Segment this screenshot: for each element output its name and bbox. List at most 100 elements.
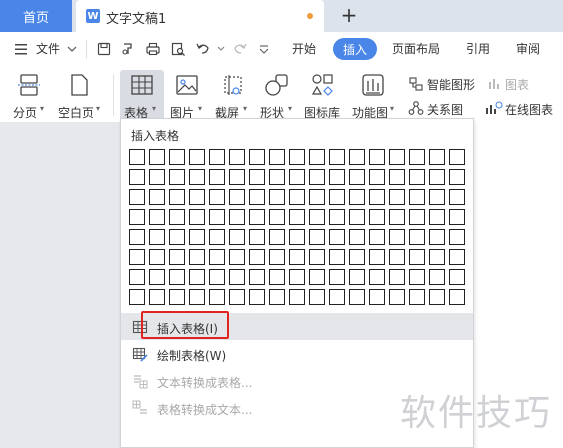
grid-cell[interactable] bbox=[309, 169, 325, 185]
grid-cell[interactable] bbox=[409, 229, 425, 245]
screenshot-button[interactable]: 截屏 ▾ bbox=[212, 70, 252, 122]
grid-cell[interactable] bbox=[349, 229, 365, 245]
save-icon[interactable] bbox=[96, 41, 112, 57]
grid-cell[interactable] bbox=[389, 149, 405, 165]
grid-cell[interactable] bbox=[389, 269, 405, 285]
grid-cell[interactable] bbox=[269, 189, 285, 205]
grid-cell[interactable] bbox=[249, 289, 265, 305]
grid-cell[interactable] bbox=[369, 289, 385, 305]
grid-cell[interactable] bbox=[149, 229, 165, 245]
grid-cell[interactable] bbox=[169, 229, 185, 245]
grid-cell[interactable] bbox=[269, 229, 285, 245]
grid-cell[interactable] bbox=[129, 189, 145, 205]
grid-cell[interactable] bbox=[129, 169, 145, 185]
grid-cell[interactable] bbox=[209, 289, 225, 305]
undo-dropdown-icon[interactable] bbox=[213, 41, 229, 57]
grid-cell[interactable] bbox=[309, 209, 325, 225]
grid-cell[interactable] bbox=[249, 269, 265, 285]
blank-page-button[interactable]: 空白页 ▾ bbox=[56, 70, 104, 122]
table-size-grid[interactable] bbox=[129, 149, 467, 309]
grid-cell[interactable] bbox=[169, 209, 185, 225]
grid-cell[interactable] bbox=[409, 209, 425, 225]
grid-cell[interactable] bbox=[409, 249, 425, 265]
new-tab-button[interactable]: + bbox=[337, 3, 361, 27]
grid-cell[interactable] bbox=[389, 289, 405, 305]
grid-cell[interactable] bbox=[209, 149, 225, 165]
grid-cell[interactable] bbox=[349, 189, 365, 205]
grid-cell[interactable] bbox=[189, 229, 205, 245]
grid-cell[interactable] bbox=[349, 149, 365, 165]
grid-cell[interactable] bbox=[329, 249, 345, 265]
grid-cell[interactable] bbox=[269, 249, 285, 265]
grid-cell[interactable] bbox=[429, 249, 445, 265]
grid-cell[interactable] bbox=[449, 269, 465, 285]
grid-cell[interactable] bbox=[249, 149, 265, 165]
grid-cell[interactable] bbox=[249, 169, 265, 185]
menu-insert[interactable]: 插入 bbox=[333, 38, 377, 60]
grid-cell[interactable] bbox=[229, 149, 245, 165]
grid-cell[interactable] bbox=[329, 289, 345, 305]
grid-cell[interactable] bbox=[229, 289, 245, 305]
draw-table-item[interactable]: 绘制表格(W) bbox=[121, 341, 473, 367]
table-button[interactable]: 表格 ▾ bbox=[120, 70, 164, 122]
grid-cell[interactable] bbox=[329, 229, 345, 245]
grid-cell[interactable] bbox=[429, 189, 445, 205]
grid-cell[interactable] bbox=[189, 189, 205, 205]
grid-cell[interactable] bbox=[349, 249, 365, 265]
grid-cell[interactable] bbox=[329, 169, 345, 185]
grid-cell[interactable] bbox=[389, 189, 405, 205]
grid-cell[interactable] bbox=[309, 289, 325, 305]
grid-cell[interactable] bbox=[249, 209, 265, 225]
grid-cell[interactable] bbox=[209, 269, 225, 285]
grid-cell[interactable] bbox=[149, 249, 165, 265]
hamburger-icon[interactable] bbox=[13, 41, 29, 57]
grid-cell[interactable] bbox=[369, 229, 385, 245]
grid-cell[interactable] bbox=[229, 229, 245, 245]
grid-cell[interactable] bbox=[129, 289, 145, 305]
grid-cell[interactable] bbox=[289, 289, 305, 305]
functional-chart-button[interactable]: 功能图 ▾ bbox=[350, 70, 398, 122]
page-break-button[interactable]: 分页 ▾ bbox=[10, 70, 48, 122]
format-painter-icon[interactable] bbox=[120, 41, 136, 57]
grid-cell[interactable] bbox=[169, 189, 185, 205]
grid-cell[interactable] bbox=[429, 289, 445, 305]
print-preview-icon[interactable] bbox=[170, 41, 186, 57]
grid-cell[interactable] bbox=[449, 169, 465, 185]
grid-cell[interactable] bbox=[169, 169, 185, 185]
grid-cell[interactable] bbox=[369, 269, 385, 285]
grid-cell[interactable] bbox=[329, 149, 345, 165]
relation-chart-button[interactable]: 关系图 bbox=[427, 101, 463, 118]
grid-cell[interactable] bbox=[229, 189, 245, 205]
shapes-button[interactable]: 形状 ▾ bbox=[256, 70, 298, 122]
grid-cell[interactable] bbox=[309, 189, 325, 205]
grid-cell[interactable] bbox=[429, 209, 445, 225]
grid-cell[interactable] bbox=[329, 269, 345, 285]
grid-cell[interactable] bbox=[189, 269, 205, 285]
grid-cell[interactable] bbox=[449, 229, 465, 245]
grid-cell[interactable] bbox=[389, 249, 405, 265]
grid-cell[interactable] bbox=[329, 209, 345, 225]
grid-cell[interactable] bbox=[449, 149, 465, 165]
grid-cell[interactable] bbox=[149, 169, 165, 185]
grid-cell[interactable] bbox=[449, 289, 465, 305]
grid-cell[interactable] bbox=[429, 269, 445, 285]
grid-cell[interactable] bbox=[289, 169, 305, 185]
grid-cell[interactable] bbox=[189, 289, 205, 305]
grid-cell[interactable] bbox=[129, 229, 145, 245]
grid-cell[interactable] bbox=[289, 209, 305, 225]
grid-cell[interactable] bbox=[269, 289, 285, 305]
print-icon[interactable] bbox=[145, 41, 161, 57]
grid-cell[interactable] bbox=[369, 189, 385, 205]
grid-cell[interactable] bbox=[209, 189, 225, 205]
grid-cell[interactable] bbox=[229, 169, 245, 185]
grid-cell[interactable] bbox=[349, 209, 365, 225]
grid-cell[interactable] bbox=[169, 149, 185, 165]
grid-cell[interactable] bbox=[289, 269, 305, 285]
grid-cell[interactable] bbox=[389, 169, 405, 185]
grid-cell[interactable] bbox=[409, 149, 425, 165]
grid-cell[interactable] bbox=[209, 249, 225, 265]
menu-references[interactable]: 引用 bbox=[466, 40, 490, 57]
grid-cell[interactable] bbox=[229, 269, 245, 285]
grid-cell[interactable] bbox=[409, 189, 425, 205]
grid-cell[interactable] bbox=[209, 209, 225, 225]
